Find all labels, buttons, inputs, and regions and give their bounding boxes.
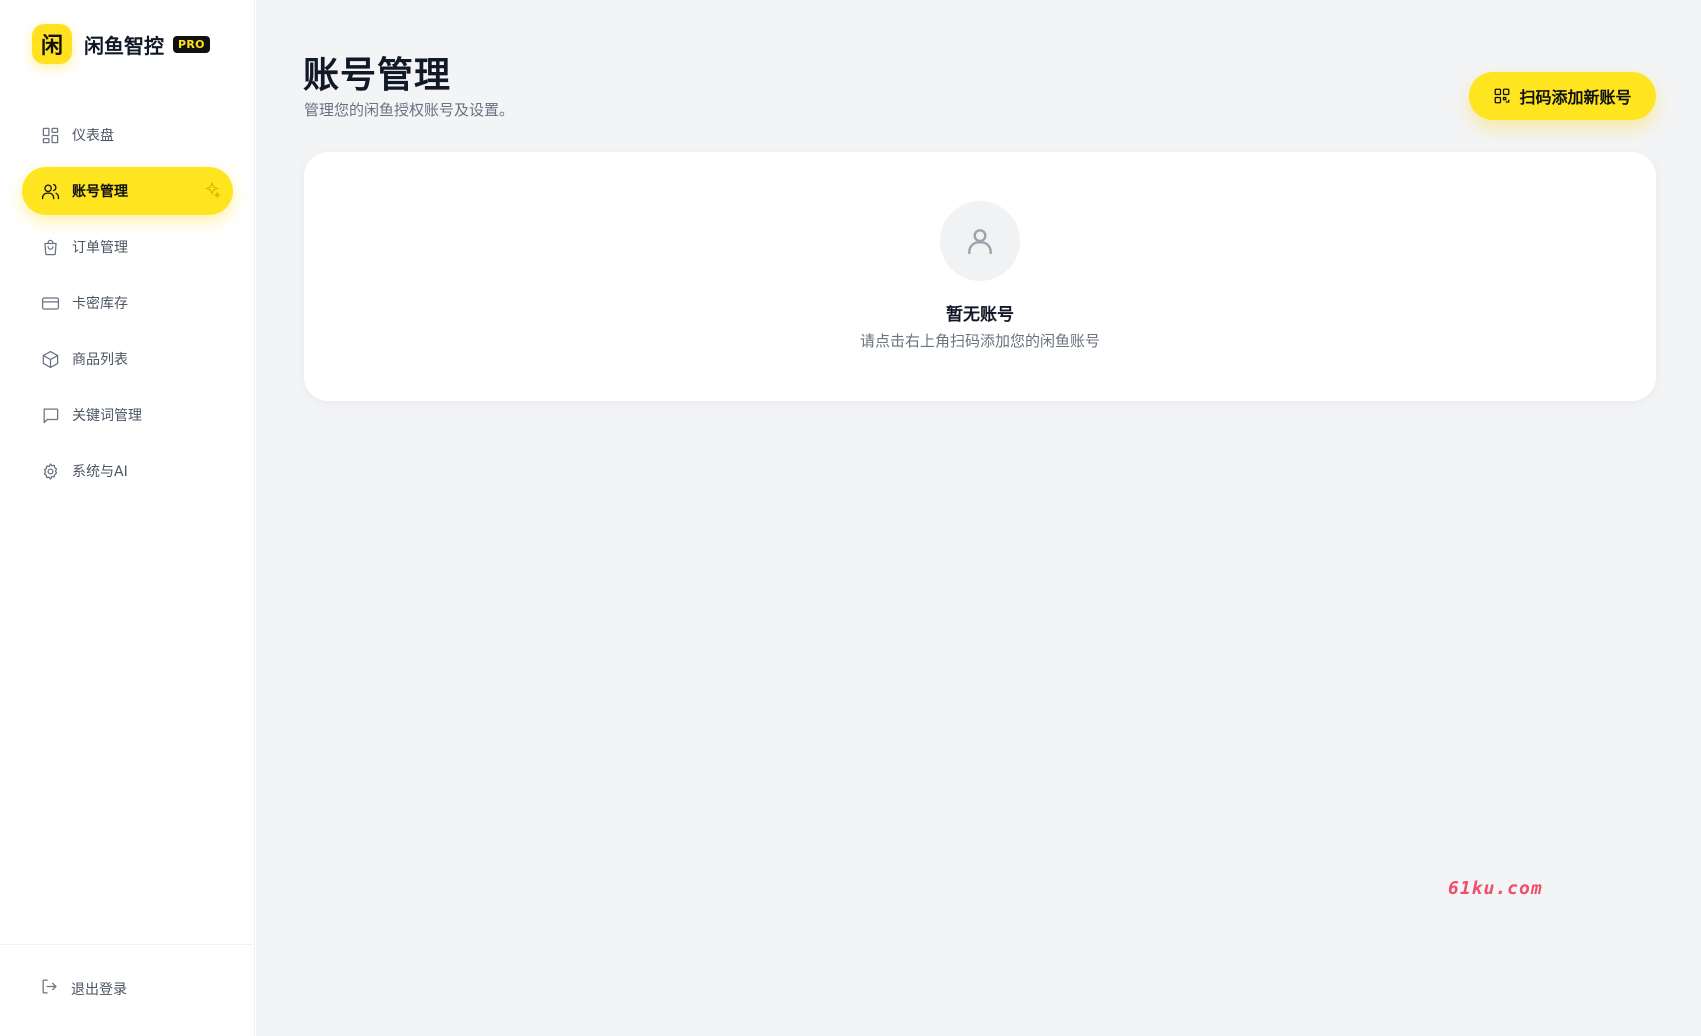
scan-add-account-label: 扫码添加新账号 [1519,88,1632,107]
logout-icon [40,977,59,1000]
empty-avatar [940,201,1020,281]
page-subtitle: 管理您的闲鱼授权账号及设置。 [304,101,515,119]
sidebar-item-label: 订单管理 [72,240,128,256]
sidebar-item-products[interactable]: 商品列表 [22,335,233,383]
sidebar-item-label: 关键词管理 [72,408,142,424]
sidebar-item-card-inventory[interactable]: 卡密库存 [22,279,233,327]
gear-icon [40,461,60,481]
sidebar-item-accounts[interactable]: 账号管理 [22,167,233,215]
sparkle-icon [203,181,221,199]
message-square-icon [40,405,60,425]
logout-button[interactable]: 退出登录 [40,977,127,1000]
empty-state-description: 请点击右上角扫码添加您的闲鱼账号 [859,332,1100,350]
brand[interactable]: 闲 闲鱼智控 PRO [32,24,210,64]
empty-state-card: 暂无账号 请点击右上角扫码添加您的闲鱼账号 [304,152,1656,401]
sidebar-item-orders[interactable]: 订单管理 [22,223,233,271]
pro-badge: PRO [173,35,210,53]
credit-card-icon [40,293,60,313]
sidebar-item-keywords[interactable]: 关键词管理 [22,391,233,439]
sidebar: 闲 闲鱼智控 PRO 仪表盘 账号管理 订单管理 卡密库存 商品列表 关键词管理… [0,0,255,1036]
brand-name: 闲鱼智控 [84,33,164,58]
user-icon [968,229,992,255]
main-content: 账号管理 管理您的闲鱼授权账号及设置。 扫码添加新账号 暂无账号 请点击右上角扫… [256,0,1701,1036]
package-box-icon [40,349,60,369]
shopping-bag-icon [40,237,60,257]
empty-state-title: 暂无账号 [946,305,1014,325]
qr-code-icon [1495,88,1510,104]
sidebar-item-label: 系统与AI [72,464,128,480]
logout-label: 退出登录 [71,981,127,998]
dashboard-grid-icon [40,125,60,145]
scan-add-account-button[interactable]: 扫码添加新账号 [1469,72,1656,120]
sidebar-item-label: 卡密库存 [72,296,128,312]
watermark: 61ku.com [1448,878,1543,899]
sidebar-item-label: 商品列表 [72,352,128,368]
sidebar-nav: 仪表盘 账号管理 订单管理 卡密库存 商品列表 关键词管理 系统与AI [22,111,233,503]
users-icon [40,181,60,201]
sidebar-item-label: 仪表盘 [72,128,114,144]
sidebar-item-dashboard[interactable]: 仪表盘 [22,111,233,159]
sidebar-footer: 退出登录 [0,944,255,1036]
sidebar-item-system-ai[interactable]: 系统与AI [22,447,233,495]
brand-logo: 闲 [32,24,72,64]
app-root: 闲 闲鱼智控 PRO 仪表盘 账号管理 订单管理 卡密库存 商品列表 关键词管理… [0,0,1701,1036]
page-title: 账号管理 [303,55,452,96]
sidebar-item-label: 账号管理 [72,184,128,200]
